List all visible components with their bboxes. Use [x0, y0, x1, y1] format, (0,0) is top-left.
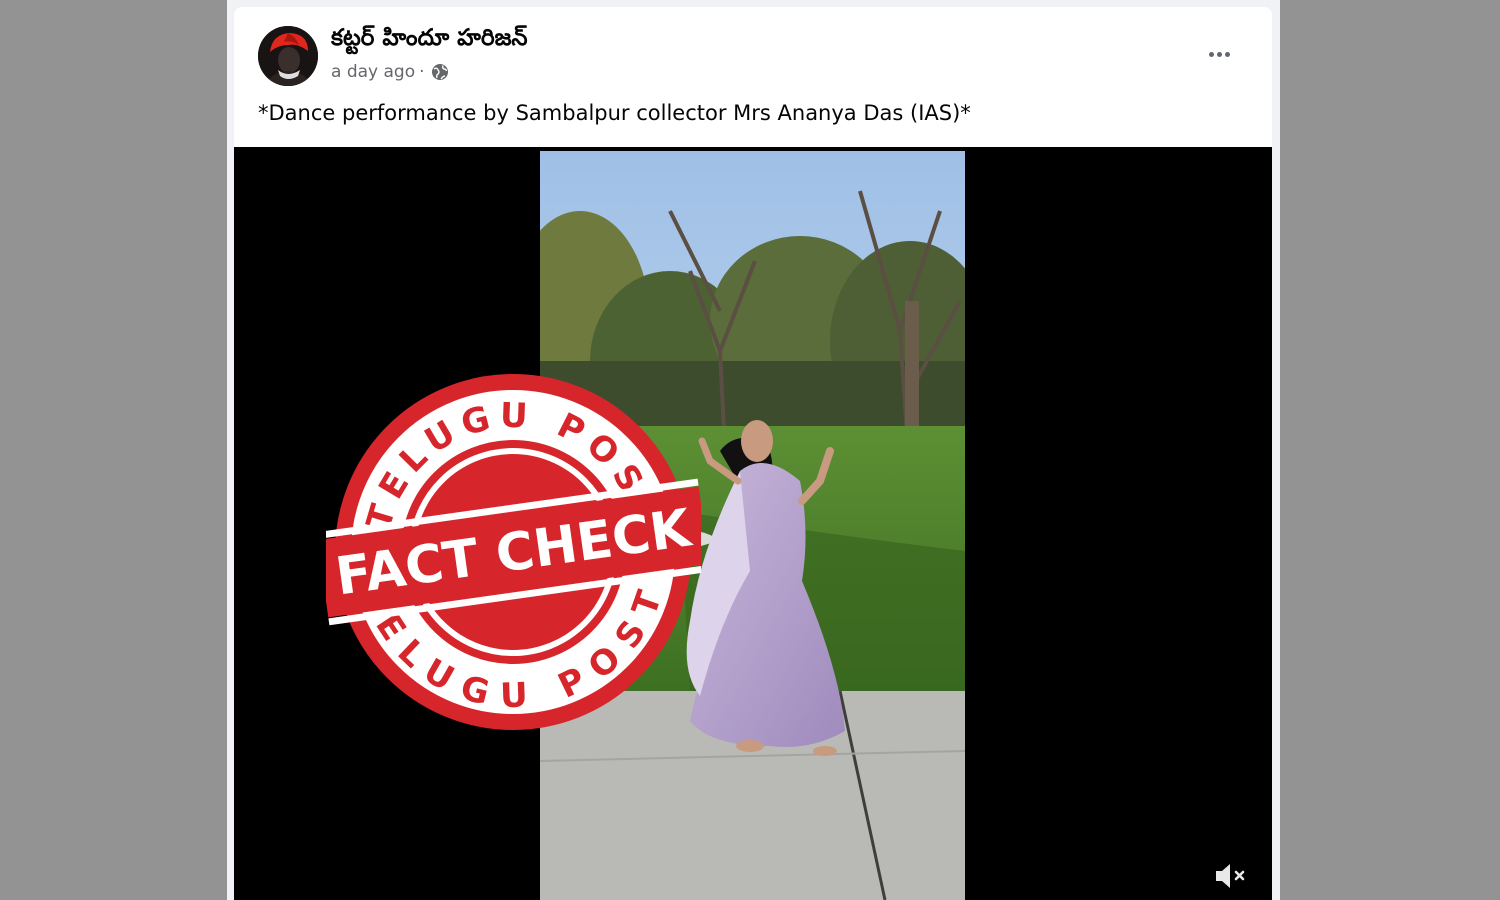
- stamp-graphic: TELUGU POST TELUGU POST FACT CHECK: [316, 374, 711, 730]
- more-options-dot: [1216, 51, 1222, 57]
- fact-check-stamp: TELUGU POST TELUGU POST FACT CHECK: [316, 365, 711, 740]
- post-timestamp[interactable]: a day ago: [331, 62, 415, 82]
- author-name[interactable]: కట్టర్ హిందూ హరిజన్: [331, 25, 528, 57]
- post-caption: *Dance performance by Sambalpur collecto…: [258, 101, 971, 125]
- more-options-dot: [1224, 51, 1230, 57]
- avatar-image: [258, 26, 318, 86]
- volume-muted-icon[interactable]: [1212, 859, 1248, 893]
- meta-separator: ·: [419, 62, 425, 82]
- profile-avatar[interactable]: [258, 26, 318, 86]
- post-meta: a day ago ·: [331, 61, 449, 83]
- more-options-icon: [1208, 51, 1214, 57]
- more-options-button[interactable]: [1202, 37, 1236, 71]
- globe-icon: [431, 63, 449, 81]
- facebook-post: కట్టర్ హిందూ హరిజన్ a day ago · *Dance p…: [234, 7, 1272, 900]
